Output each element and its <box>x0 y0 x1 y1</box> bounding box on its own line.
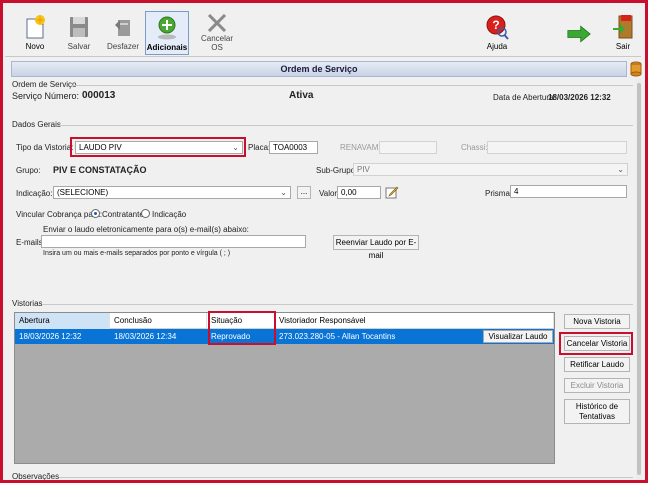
database-icon[interactable] <box>630 61 642 77</box>
vistorias-grid[interactable]: Abertura Conclusão Situação Vistoriador … <box>14 312 555 464</box>
col-vistoriador[interactable]: Vistoriador Responsável <box>275 313 554 329</box>
cell-conclusao: 18/03/2026 12:34 <box>114 332 177 341</box>
servico-numero-value: 000013 <box>82 90 116 101</box>
cancelar-os-label-1: Cancelar <box>200 34 233 43</box>
prisma-label: Prisma: <box>485 189 513 198</box>
vistorias-section-label: Vistorias <box>12 299 43 308</box>
salvar-label: Salvar <box>67 42 91 51</box>
chassi-label: Chassi: <box>461 143 488 152</box>
indicacao-label: Indicação: <box>16 189 53 198</box>
col-abertura[interactable]: Abertura <box>15 313 110 329</box>
visualizar-laudo-button[interactable]: Visualizar Laudo <box>483 330 553 343</box>
col-conclusao[interactable]: Conclusão <box>110 313 207 329</box>
emails-hint: Insira um ou mais e-mails separados por … <box>43 250 231 257</box>
contratante-label: Contratante <box>102 210 144 219</box>
add-circle-icon <box>158 16 176 40</box>
divider <box>59 477 633 478</box>
cell-abertura: 18/03/2026 12:32 <box>19 332 82 341</box>
grupo-value: PIV E CONSTATAÇÃO <box>53 165 147 175</box>
window-frame: Novo Salvar Desfazer Adicionais Cancelar… <box>0 0 648 483</box>
adicionais-label: Adicionais <box>146 43 188 52</box>
ordem-servico-section-label: Ordem de Serviço <box>12 80 77 89</box>
subgrupo-value: PIV <box>357 165 370 174</box>
emails-input[interactable] <box>41 235 306 248</box>
sair-label: Sair <box>615 42 631 51</box>
ajuda-label: Ajuda <box>486 42 508 51</box>
page-title: Ordem de Serviço <box>11 61 627 77</box>
desfazer-label: Desfazer <box>106 42 139 51</box>
cancelar-os-button[interactable]: Cancelar OS <box>195 11 239 55</box>
cell-vistoriador: 273.023.280-05 - Allan Tocantins <box>279 332 396 341</box>
excluir-vistoria-button[interactable]: Excluir Vistoria <box>564 378 630 393</box>
indicacao-value: (SELECIONE) <box>57 188 109 197</box>
placa-label: Placa: <box>248 143 271 152</box>
nova-vistoria-button[interactable]: Nova Vistoria <box>564 314 630 329</box>
divider <box>58 125 633 126</box>
scrollbar-thumb[interactable] <box>637 83 641 475</box>
new-document-icon <box>26 15 45 39</box>
salvar-button[interactable]: Salvar <box>57 11 101 55</box>
indicacao-radio-label: Indicação <box>152 210 187 219</box>
subgrupo-label: Sub-Grupo: <box>316 166 358 175</box>
vertical-scrollbar[interactable] <box>636 79 642 480</box>
historico-tentativas-button[interactable]: Histórico de Tentativas <box>564 399 630 424</box>
observacoes-section-label: Observações <box>12 472 60 481</box>
grid-header: Abertura Conclusão Situação Vistoriador … <box>15 313 554 329</box>
valor-input[interactable]: 0,00 <box>337 186 381 199</box>
forward-button[interactable] <box>557 11 601 55</box>
help-icon: ? <box>486 15 509 40</box>
renavam-label: RENAVAM: <box>340 143 381 152</box>
data-abertura-value: 18/03/2026 12:32 <box>548 93 611 102</box>
placa-input[interactable]: TOA0003 <box>269 141 318 154</box>
novo-label: Novo <box>25 42 45 51</box>
prisma-input[interactable]: 4 <box>510 185 627 198</box>
data-abertura-label: Data de Abertura: <box>493 93 556 102</box>
adicionais-button[interactable]: Adicionais <box>145 11 189 55</box>
historico-label-1: Histórico de <box>575 402 619 411</box>
contratante-radio[interactable] <box>91 209 100 218</box>
arrow-right-icon <box>567 25 591 43</box>
cancel-x-icon <box>207 14 227 32</box>
exit-door-icon <box>613 15 633 39</box>
divider <box>43 304 633 305</box>
table-row[interactable]: 18/03/2026 12:32 18/03/2026 12:34 Reprov… <box>15 329 554 344</box>
novo-button[interactable]: Novo <box>13 11 57 55</box>
servico-numero-label: Serviço Número: <box>12 91 80 101</box>
cancelar-os-label-2: OS <box>211 43 223 52</box>
chassi-input[interactable] <box>487 141 627 154</box>
dados-gerais-section-label: Dados Gerais <box>12 120 61 129</box>
renavam-input[interactable] <box>379 141 437 154</box>
enviar-laudo-text: Enviar o laudo eletronicamente para o(s)… <box>43 225 249 234</box>
ajuda-button[interactable]: ? Ajuda <box>475 11 519 55</box>
highlight-tipo-vistoria <box>70 137 246 157</box>
subgrupo-select[interactable]: PIV ⌄ <box>353 163 628 176</box>
historico-label-2: Tentativas <box>578 412 616 421</box>
indicacao-radio[interactable] <box>141 209 150 218</box>
sair-button[interactable]: Sair <box>601 11 645 55</box>
retificar-laudo-button[interactable]: Retificar Laudo <box>564 357 630 372</box>
indicacao-select[interactable]: (SELECIONE) ⌄ <box>53 186 291 199</box>
status-text: Ativa <box>289 90 314 101</box>
toolbar: Novo Salvar Desfazer Adicionais Cancelar… <box>5 5 641 57</box>
highlight-situacao <box>208 311 276 345</box>
grupo-label: Grupo: <box>16 166 41 175</box>
divider <box>71 85 633 86</box>
reenviar-laudo-button[interactable]: Reenviar Laudo por E-mail <box>333 235 419 260</box>
vincular-cobranca-label: Vincular Cobrança para: <box>16 210 103 219</box>
edit-pencil-icon[interactable] <box>385 185 399 199</box>
save-icon <box>70 17 88 37</box>
indicacao-search-button[interactable]: ... <box>297 186 311 199</box>
tipo-vistoria-label: Tipo da Vistoria: <box>16 143 74 152</box>
undo-icon <box>115 20 130 36</box>
highlight-cancelar-vistoria <box>559 332 633 355</box>
chevron-down-icon: ⌄ <box>617 165 624 174</box>
desfazer-button[interactable]: Desfazer <box>101 11 145 55</box>
chevron-down-icon: ⌄ <box>280 188 287 197</box>
